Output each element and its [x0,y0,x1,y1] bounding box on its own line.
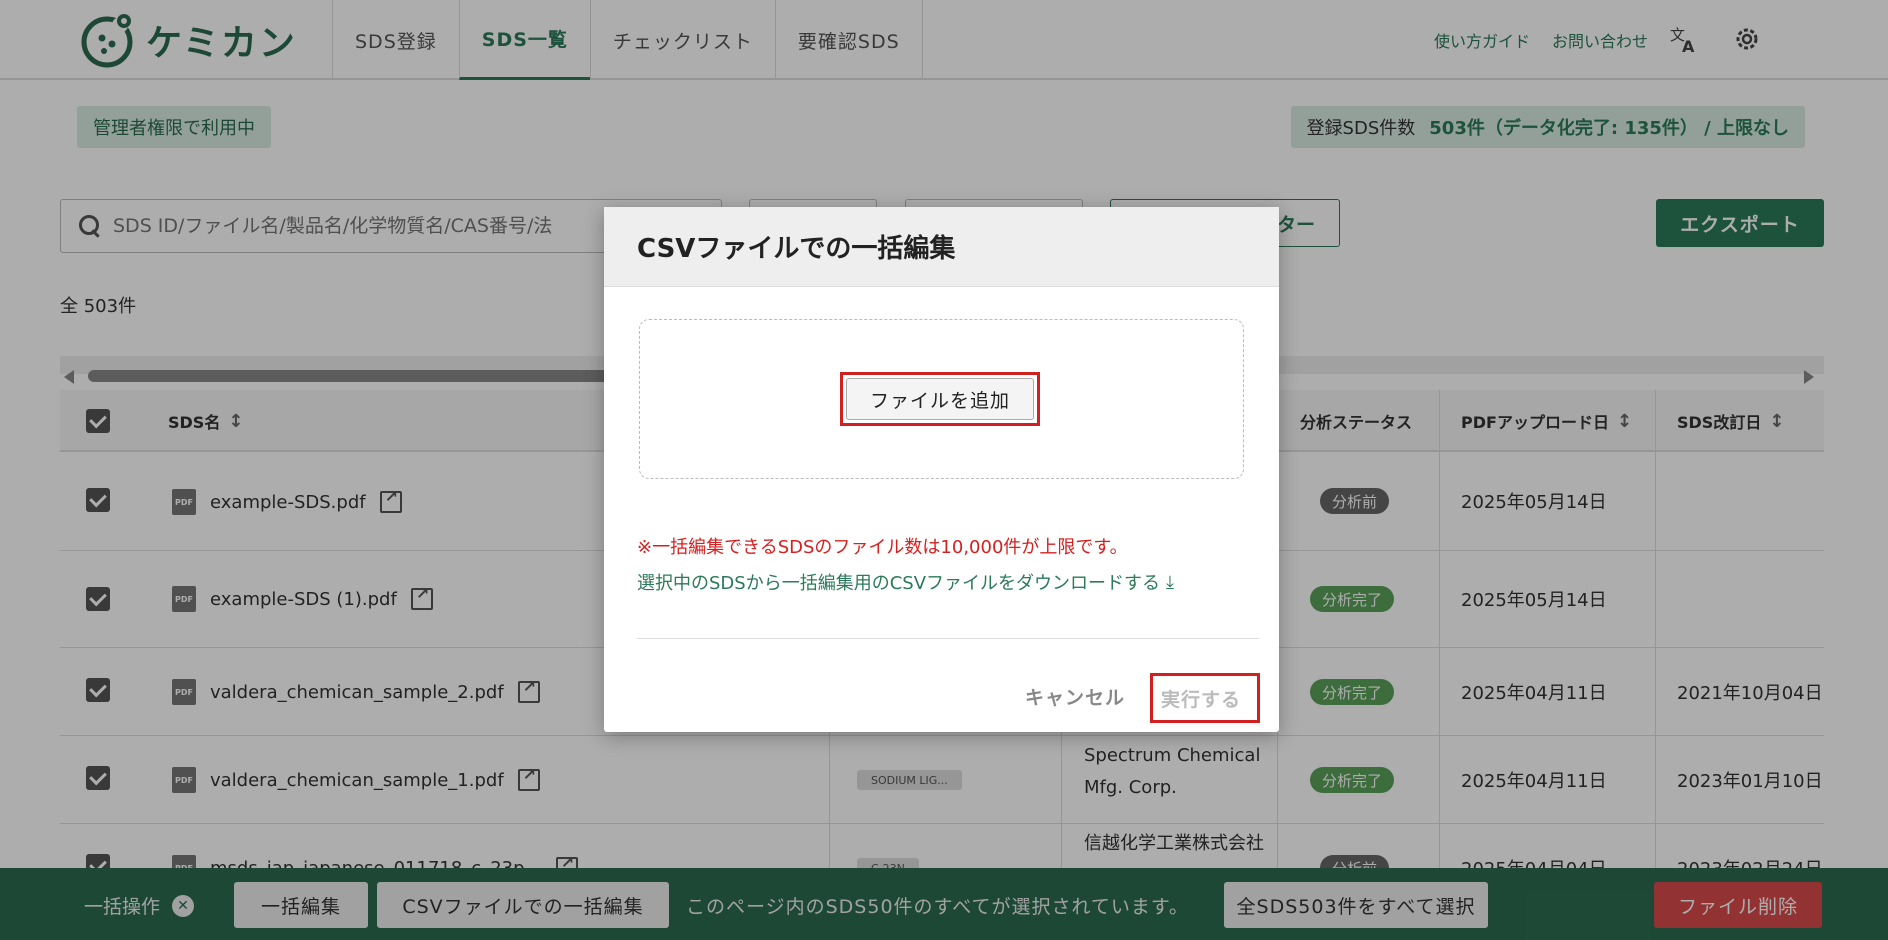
highlight-box: ファイルを追加 [840,372,1040,426]
modal-title: CSVファイルでの一括編集 [604,207,1279,287]
file-dropzone[interactable]: ファイルを追加 [639,319,1244,479]
download-icon: ⤓ [1166,571,1174,593]
download-csv-label: 選択中のSDSから一括編集用のCSVファイルをダウンロードする [637,573,1161,594]
csv-bulk-edit-modal: CSVファイルでの一括編集 ファイルを追加 ※一括編集できるSDSのファイル数は… [604,207,1279,732]
page: ケミカン SDS登録 SDS一覧 チェックリスト 要確認SDS 使い方ガイド お… [0,0,1888,940]
cancel-button[interactable]: キャンセル [1025,683,1125,710]
execute-button[interactable]: 実行する [1161,685,1241,712]
modal-divider [637,638,1259,639]
add-file-button[interactable]: ファイルを追加 [846,378,1034,420]
highlight-box: 実行する [1150,673,1260,723]
file-limit-warning: ※一括編集できるSDSのファイル数は10,000件が上限です。 [637,537,1128,558]
download-csv-link[interactable]: 選択中のSDSから一括編集用のCSVファイルをダウンロードする ⤓ [637,569,1174,595]
